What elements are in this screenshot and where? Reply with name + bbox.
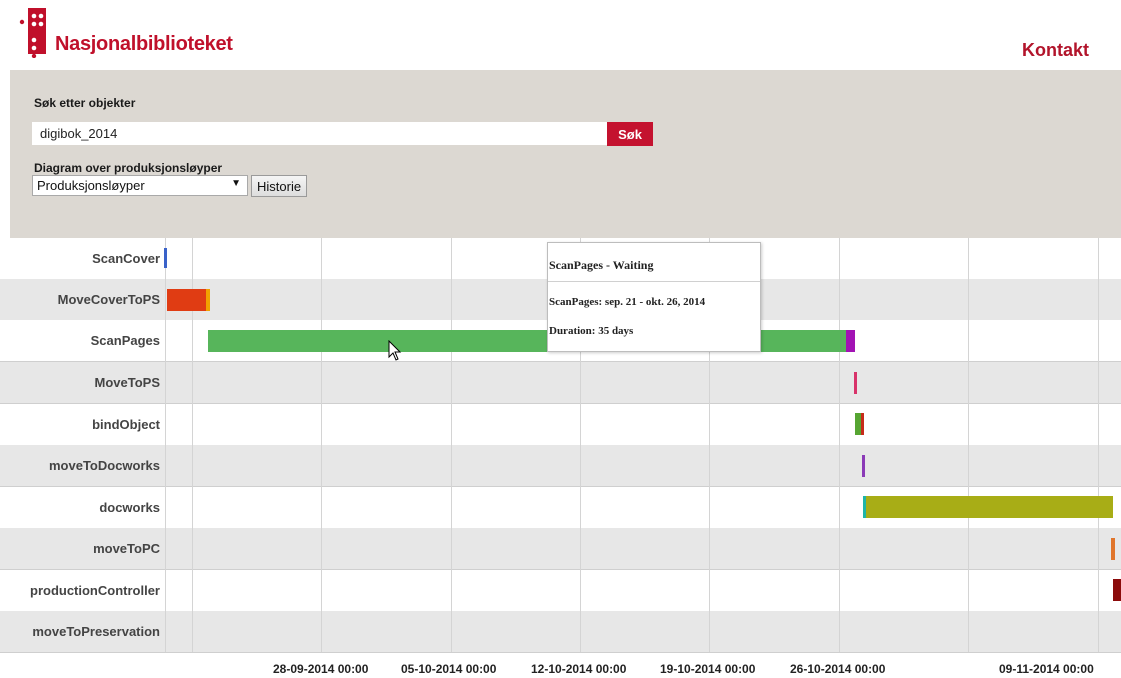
diagram-select[interactable]: Produksjonsløyper ▼ xyxy=(32,175,248,196)
search-panel: Søk etter objekter Søk Diagram over prod… xyxy=(10,70,1121,238)
tooltip-title: ScanPages - Waiting xyxy=(549,258,654,272)
gantt-bar-movecovertops[interactable] xyxy=(167,289,206,311)
history-button[interactable]: Historie xyxy=(251,175,308,197)
gantt-gridline xyxy=(1098,238,1099,652)
gantt-row-label: moveToPC xyxy=(93,541,160,556)
gantt-gridline xyxy=(451,238,452,652)
gantt-gridline xyxy=(968,238,969,652)
diagram-label: Diagram over produksjonsløyper xyxy=(34,161,223,175)
gantt-row-label: moveToPreservation xyxy=(32,624,160,639)
gantt-bar-productioncontroller[interactable] xyxy=(1113,579,1121,601)
gantt-row-label: MoveToPS xyxy=(94,375,161,390)
dropdown-arrow-icon: ▼ xyxy=(231,178,241,189)
gantt-row: bindObject xyxy=(0,404,1121,446)
gantt-row-label: docworks xyxy=(99,500,160,515)
x-axis-tick: 19-10-2014 00:00 xyxy=(660,662,756,676)
header: Nasjonalbiblioteket Kontakt xyxy=(0,0,1121,70)
nasjonalbiblioteket-logo-icon[interactable] xyxy=(10,8,50,58)
diagram-select-value: Produksjonsløyper xyxy=(37,178,145,193)
gantt-row: moveToDocworks xyxy=(0,445,1121,487)
gantt-row-label: moveToDocworks xyxy=(48,458,160,473)
gantt-row-label: MoveCoverToPS xyxy=(57,292,160,307)
gantt-row: productionController xyxy=(0,570,1121,612)
search-button[interactable]: Søk xyxy=(607,122,653,146)
gantt-row-label: productionController xyxy=(30,583,160,598)
tooltip-divider xyxy=(548,281,760,282)
contact-link[interactable]: Kontakt xyxy=(1022,40,1089,61)
gantt-gridline xyxy=(165,238,166,652)
gantt-gridline xyxy=(321,238,322,652)
gantt-bar-movecovertops-end[interactable] xyxy=(206,289,210,311)
gantt-gridline xyxy=(839,238,840,652)
gantt-row-label: ScanCover xyxy=(92,251,160,266)
gantt-row: moveToPreservation xyxy=(0,611,1121,653)
gantt-bar-docworks[interactable] xyxy=(866,496,1113,518)
gantt-bar-scancover[interactable] xyxy=(164,248,167,268)
tooltip-dates: ScanPages: sep. 21 - okt. 26, 2014 xyxy=(549,296,706,308)
gantt-row: moveToPC xyxy=(0,528,1121,570)
search-label: Søk etter objekter xyxy=(34,96,136,110)
x-axis-tick: 26-10-2014 00:00 xyxy=(790,662,886,676)
gantt-row-label: ScanPages xyxy=(90,333,160,348)
gantt-row: MoveToPS xyxy=(0,362,1121,404)
tooltip-duration: Duration: 35 days xyxy=(549,325,634,337)
gantt-bar-bindobject-end[interactable] xyxy=(861,413,864,435)
gantt-tooltip: ScanPages - Waiting ScanPages: sep. 21 -… xyxy=(547,242,761,352)
x-axis-tick: 12-10-2014 00:00 xyxy=(531,662,627,676)
x-axis-tick: 28-09-2014 00:00 xyxy=(273,662,369,676)
gantt-bar-movetodocworks[interactable] xyxy=(862,455,865,477)
x-axis-tick: 05-10-2014 00:00 xyxy=(401,662,497,676)
gantt-bar-movetops[interactable] xyxy=(854,372,857,394)
search-input[interactable] xyxy=(32,122,610,145)
gantt-bar-movetopc[interactable] xyxy=(1111,538,1115,560)
gantt-bar-scanpages-end[interactable] xyxy=(846,330,855,352)
brand-name: Nasjonalbiblioteket xyxy=(55,33,233,55)
mouse-cursor-icon xyxy=(388,340,402,361)
x-axis-tick: 09-11-2014 00:00 xyxy=(999,662,1094,676)
gantt-row-label: bindObject xyxy=(92,417,160,432)
